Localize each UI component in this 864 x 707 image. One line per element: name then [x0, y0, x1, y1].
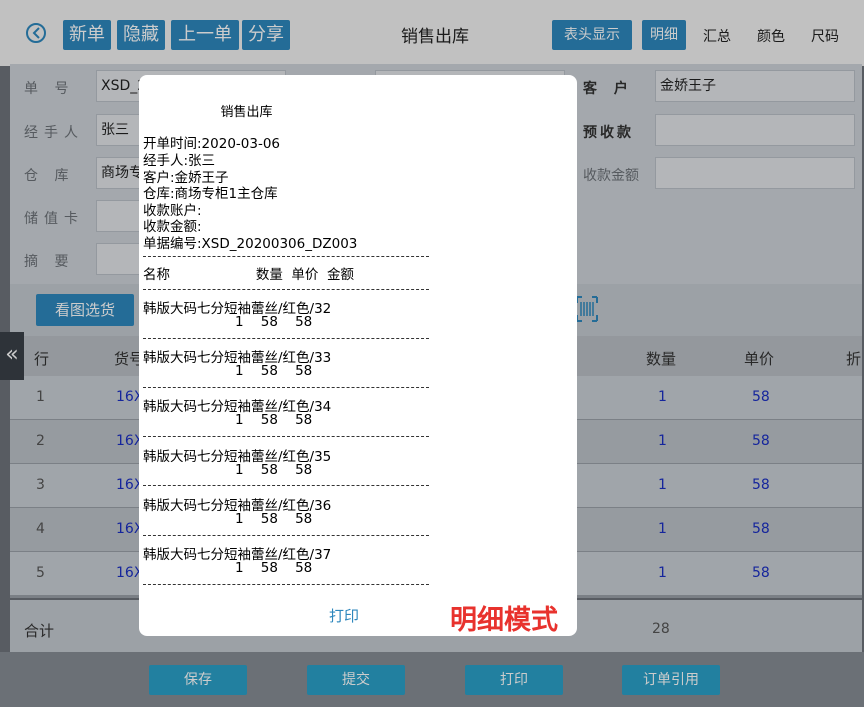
item-values: 1 58 58 — [235, 462, 313, 478]
dialog-print-button[interactable]: 打印 — [329, 605, 359, 626]
item-values: 1 58 58 — [235, 363, 313, 379]
divider — [143, 338, 429, 339]
divider — [143, 584, 429, 585]
divider — [143, 387, 429, 388]
divider — [143, 485, 429, 486]
dialog-title: 销售出库 — [220, 105, 273, 120]
mode-annotation: 明细模式 — [450, 605, 558, 636]
info-line: 单据编号:XSD_20200306_DZ003 — [143, 236, 358, 252]
item-values: 1 58 58 — [235, 560, 313, 576]
divider — [143, 256, 429, 257]
divider — [143, 535, 429, 536]
divider — [143, 436, 429, 437]
print-preview-dialog: 销售出库 开单时间:2020-03-06 经手人:张三 客户:金娇王子 仓库:商… — [139, 75, 577, 636]
item-values: 1 58 58 — [235, 314, 313, 330]
item-values: 1 58 58 — [235, 412, 313, 428]
column-header-line: 名称 数量 单价 金额 — [143, 267, 354, 283]
divider — [143, 289, 429, 290]
item-values: 1 58 58 — [235, 511, 313, 527]
